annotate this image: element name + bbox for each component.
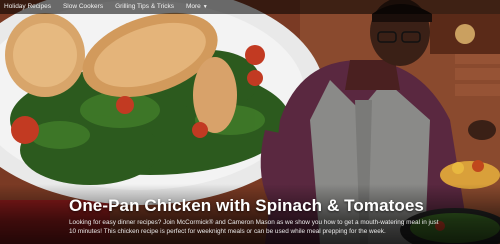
nav-item-more[interactable]: More ▼: [186, 0, 208, 14]
nav-item-holiday-recipes[interactable]: Holiday Recipes: [4, 0, 51, 14]
nav-item-more-label: More: [185, 3, 201, 10]
top-nav: Holiday Recipes Slow Cookers Grilling Ti…: [0, 0, 500, 14]
video-title: One-Pan Chicken with Spinach & Tomatoes: [69, 196, 424, 215]
nav-item-grilling-tips[interactable]: Grilling Tips & Tricks: [115, 0, 174, 14]
video-description: Looking for easy dinner recipes? Join Mc…: [69, 219, 439, 235]
video-hero[interactable]: Holiday Recipes Slow Cookers Grilling Ti…: [0, 0, 500, 244]
chevron-down-icon: ▼: [202, 4, 208, 10]
nav-item-slow-cookers[interactable]: Slow Cookers: [63, 0, 103, 14]
